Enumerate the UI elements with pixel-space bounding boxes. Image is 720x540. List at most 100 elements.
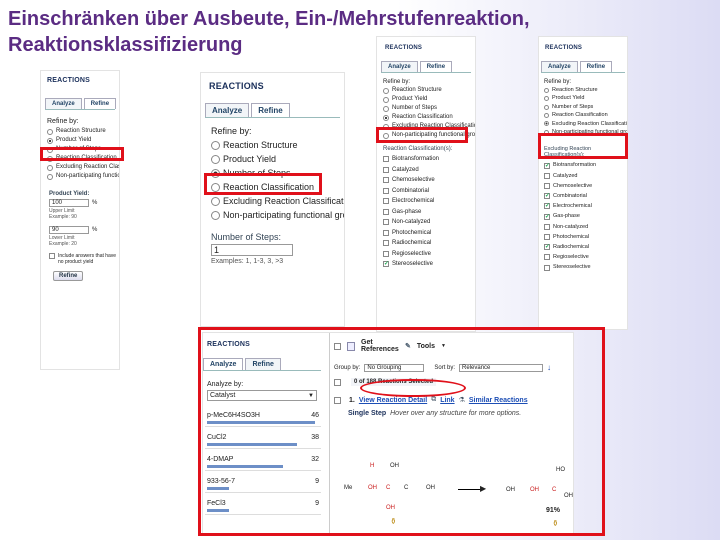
radio-button[interactable] bbox=[544, 112, 549, 118]
classification-checkbox[interactable] bbox=[383, 208, 389, 215]
refine-option[interactable]: Non-participating functional groups bbox=[211, 208, 344, 222]
radio-button[interactable] bbox=[47, 173, 53, 180]
lower-limit-input[interactable]: 90 bbox=[49, 226, 89, 234]
classification-checkbox[interactable]: ✓ bbox=[544, 244, 550, 251]
tab-bar: Analyze Refine bbox=[541, 61, 625, 73]
refine-option[interactable]: Non-participating functional groups bbox=[47, 172, 119, 181]
classification-checkbox[interactable] bbox=[544, 233, 550, 240]
classification-item[interactable]: Radiochemical bbox=[383, 238, 475, 249]
classification-item[interactable]: Regioselective bbox=[544, 252, 627, 262]
refine-option[interactable]: Number of Steps bbox=[544, 103, 627, 111]
classification-checkbox[interactable] bbox=[383, 250, 389, 257]
refine-option[interactable]: Reaction Structure bbox=[211, 138, 344, 152]
refine-option[interactable]: Product Yield bbox=[211, 152, 344, 166]
classification-label: Gas-phase bbox=[553, 213, 580, 220]
radio-button[interactable] bbox=[47, 128, 53, 135]
classification-item[interactable]: ✓ Biotransformation bbox=[544, 160, 627, 170]
refine-option[interactable]: Excluding Reaction Classification bbox=[544, 120, 627, 128]
classification-checkbox[interactable] bbox=[544, 254, 550, 261]
tab-refine[interactable]: Refine bbox=[419, 61, 453, 72]
radio-button[interactable] bbox=[383, 114, 389, 121]
classification-label: Stereoselective bbox=[392, 261, 434, 267]
radio-button[interactable] bbox=[47, 137, 53, 144]
highlight-selected-count bbox=[360, 379, 466, 397]
refine-option[interactable]: Number of Steps bbox=[383, 104, 475, 113]
classification-item[interactable]: Combinatorial bbox=[383, 186, 475, 197]
classification-item[interactable]: Gas-phase bbox=[383, 207, 475, 218]
refine-option[interactable]: Reaction Structure bbox=[383, 86, 475, 95]
classification-item[interactable]: ✓ Electrochemical bbox=[544, 201, 627, 211]
classification-item[interactable]: Chemoselective bbox=[383, 175, 475, 186]
classification-item[interactable]: Non-catalyzed bbox=[544, 222, 627, 232]
include-no-yield-checkbox[interactable] bbox=[49, 253, 55, 259]
radio-button[interactable] bbox=[544, 104, 549, 110]
radio-button[interactable] bbox=[383, 96, 389, 103]
tab-refine[interactable]: Refine bbox=[251, 103, 290, 117]
refine-option[interactable]: Product Yield bbox=[47, 136, 119, 145]
radio-button[interactable] bbox=[544, 87, 549, 93]
classification-label: Regioselective bbox=[553, 254, 589, 261]
classification-item[interactable]: Photochemical bbox=[383, 228, 475, 239]
classification-checkbox[interactable]: ✓ bbox=[383, 261, 389, 268]
radio-button[interactable] bbox=[211, 140, 220, 150]
classification-item[interactable]: Catalyzed bbox=[383, 165, 475, 176]
classification-item[interactable]: ✓ Radiochemical bbox=[544, 242, 627, 252]
highlight-excluding-classification bbox=[538, 133, 628, 159]
classification-checkbox[interactable]: ✓ bbox=[544, 162, 550, 169]
radio-button[interactable] bbox=[544, 121, 549, 127]
classification-item[interactable]: ✓ Stereoselective bbox=[383, 259, 475, 270]
tab-analyze[interactable]: Analyze bbox=[45, 98, 82, 109]
classification-checkbox[interactable] bbox=[383, 240, 389, 247]
classification-checkbox[interactable] bbox=[544, 182, 550, 189]
classification-item[interactable]: Chemoselective bbox=[544, 181, 627, 191]
classification-checkbox[interactable] bbox=[383, 177, 389, 184]
refine-option[interactable]: Reaction Classification bbox=[383, 113, 475, 122]
classification-checkbox[interactable] bbox=[383, 229, 389, 236]
radio-button[interactable] bbox=[383, 87, 389, 94]
refine-option[interactable]: Reaction Classification bbox=[544, 111, 627, 119]
classification-item[interactable]: ✓ Gas-phase bbox=[544, 211, 627, 221]
radio-button[interactable] bbox=[211, 196, 220, 206]
radio-button[interactable] bbox=[211, 154, 220, 164]
refine-option[interactable]: Excluding Reaction Classification bbox=[47, 163, 119, 172]
classification-label: Gas-phase bbox=[392, 208, 422, 215]
refine-option-label: Product Yield bbox=[392, 96, 428, 102]
tab-analyze[interactable]: Analyze bbox=[381, 61, 418, 72]
classification-checkbox[interactable] bbox=[544, 264, 550, 271]
classification-item[interactable]: Biotransformation bbox=[383, 154, 475, 165]
panel-reaction-classification: REACTIONS Analyze Refine Refine by: Reac… bbox=[376, 36, 476, 332]
classification-checkbox[interactable] bbox=[383, 198, 389, 205]
refine-option[interactable]: Reaction Structure bbox=[47, 127, 119, 136]
radio-button[interactable] bbox=[211, 210, 220, 220]
classification-checkbox[interactable] bbox=[383, 187, 389, 194]
classification-item[interactable]: Non-catalyzed bbox=[383, 217, 475, 228]
classification-item[interactable]: Electrochemical bbox=[383, 196, 475, 207]
classification-item[interactable]: Photochemical bbox=[544, 232, 627, 242]
upper-limit-input[interactable]: 100 bbox=[49, 199, 89, 207]
refine-option[interactable]: Product Yield bbox=[544, 94, 627, 102]
refine-option[interactable]: Product Yield bbox=[383, 95, 475, 104]
tab-refine[interactable]: Refine bbox=[83, 98, 117, 109]
classification-checkbox[interactable]: ✓ bbox=[544, 193, 550, 200]
radio-button[interactable] bbox=[544, 96, 549, 102]
classification-item[interactable]: Stereoselective bbox=[544, 262, 627, 272]
classification-item[interactable]: Catalyzed bbox=[544, 171, 627, 181]
number-of-steps-input[interactable]: 1 bbox=[211, 244, 293, 256]
classification-item[interactable]: ✓ Combinatorial bbox=[544, 191, 627, 201]
tab-analyze[interactable]: Analyze bbox=[541, 61, 578, 72]
classification-checkbox[interactable] bbox=[544, 223, 550, 230]
tab-analyze[interactable]: Analyze bbox=[205, 103, 250, 117]
classification-checkbox[interactable] bbox=[383, 166, 389, 173]
classification-item[interactable]: Regioselective bbox=[383, 249, 475, 260]
classification-checkbox[interactable]: ✓ bbox=[544, 213, 550, 220]
tab-refine[interactable]: Refine bbox=[579, 61, 613, 72]
radio-button[interactable] bbox=[47, 164, 53, 171]
refine-button[interactable]: Refine bbox=[53, 271, 84, 281]
radio-button[interactable] bbox=[383, 105, 389, 112]
refine-option[interactable]: Reaction Structure bbox=[544, 86, 627, 94]
classification-checkbox[interactable]: ✓ bbox=[544, 203, 550, 210]
refine-option[interactable]: Excluding Reaction Classification bbox=[211, 194, 344, 208]
classification-checkbox[interactable] bbox=[544, 172, 550, 179]
classification-checkbox[interactable] bbox=[383, 219, 389, 226]
classification-checkbox[interactable] bbox=[383, 156, 389, 163]
